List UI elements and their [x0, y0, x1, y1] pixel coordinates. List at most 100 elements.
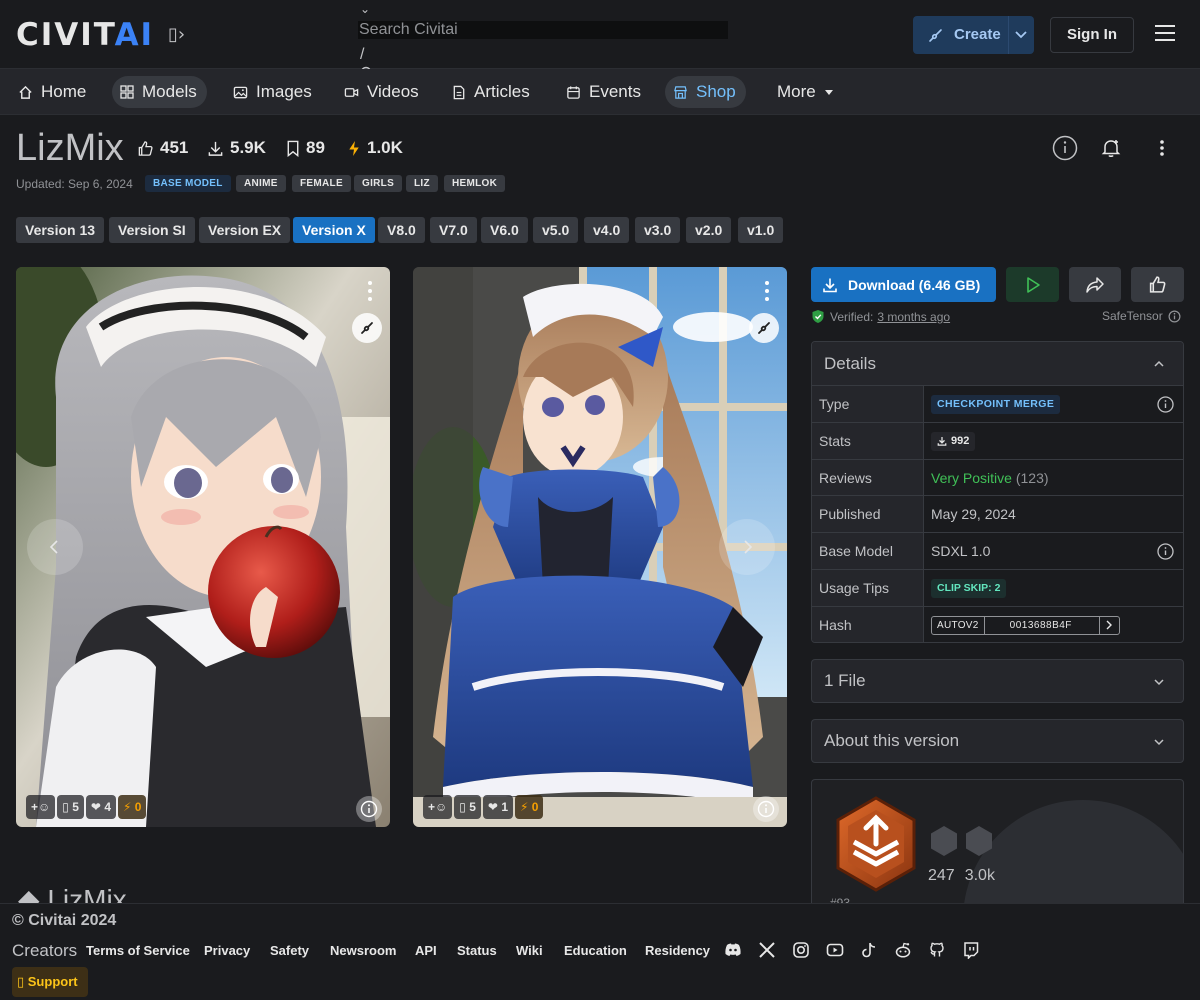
- image-info-icon[interactable]: [356, 796, 382, 822]
- nav-images[interactable]: Images: [225, 76, 322, 108]
- footer-link[interactable]: Education: [564, 943, 627, 958]
- hamburger-menu-icon[interactable]: [1155, 25, 1175, 43]
- version-tab[interactable]: v5.0: [533, 217, 579, 243]
- more-options-button[interactable]: [1148, 134, 1176, 162]
- tiktok-icon[interactable]: [860, 941, 878, 959]
- comment-count[interactable]: ▯ 5: [454, 795, 481, 819]
- tag-chip[interactable]: GIRLS: [354, 175, 403, 192]
- version-tab[interactable]: v1.0: [738, 217, 784, 243]
- nav-articles[interactable]: Articles: [444, 76, 540, 108]
- nav-videos-label: Videos: [367, 82, 419, 101]
- version-tab[interactable]: V7.0: [430, 217, 477, 243]
- version-tab[interactable]: Version 13: [16, 217, 105, 243]
- brush-icon: [929, 29, 942, 42]
- buzz-tip-count[interactable]: ⚡ 0: [515, 795, 544, 819]
- files-accordion-label: 1 File: [824, 671, 866, 690]
- verified-time-link[interactable]: 3 months ago: [877, 310, 950, 324]
- remix-brush-icon[interactable]: [352, 313, 382, 343]
- version-tab[interactable]: V8.0: [378, 217, 425, 243]
- info-icon[interactable]: [1168, 310, 1181, 323]
- carousel-next-button[interactable]: [719, 519, 775, 575]
- footer-link[interactable]: Wiki: [516, 943, 543, 958]
- nav-more[interactable]: More: [769, 76, 844, 108]
- support-button[interactable]: ▯ Support: [12, 967, 88, 997]
- footer-link[interactable]: Newsroom: [330, 943, 396, 958]
- add-reaction-button[interactable]: +☺: [26, 795, 56, 819]
- nav-models[interactable]: Models: [112, 76, 207, 108]
- version-tab-active[interactable]: Version X: [293, 217, 375, 243]
- tag-chip[interactable]: LIZ: [406, 175, 438, 192]
- footer-link[interactable]: Terms of Service: [86, 943, 190, 958]
- version-tab[interactable]: V6.0: [481, 217, 528, 243]
- comment-count[interactable]: ▯ 5: [57, 795, 84, 819]
- image-menu-icon[interactable]: [364, 281, 376, 301]
- footer-link-creators[interactable]: Creators: [12, 941, 77, 961]
- tag-chip[interactable]: ANIME: [236, 175, 286, 192]
- like-button[interactable]: [1131, 267, 1184, 302]
- twitch-icon[interactable]: [962, 941, 980, 959]
- chevron-right-icon[interactable]: [1098, 616, 1119, 634]
- footer-link[interactable]: Safety: [270, 943, 309, 958]
- heart-count[interactable]: ❤ 4: [85, 795, 116, 819]
- footer-link[interactable]: Privacy: [204, 943, 250, 958]
- likes-stat[interactable]: 451: [137, 138, 188, 158]
- run-button[interactable]: [1006, 267, 1059, 302]
- bookmarks-stat[interactable]: 89: [286, 138, 325, 158]
- heart-count[interactable]: ❤ 1: [482, 795, 513, 819]
- buzz-stat[interactable]: 1.0K: [347, 138, 403, 158]
- civitai-logo[interactable]: CIVITAI: [16, 17, 154, 53]
- share-button[interactable]: [1069, 267, 1121, 302]
- version-tab[interactable]: v2.0: [686, 217, 732, 243]
- hash-type[interactable]: AUTOV2: [932, 616, 985, 634]
- logo-text-main: CIVIT: [16, 17, 115, 53]
- github-icon[interactable]: [928, 941, 946, 959]
- download-button[interactable]: Download (6.46 GB): [811, 267, 996, 302]
- hash-widget[interactable]: AUTOV2 0013688B4F: [931, 615, 1120, 635]
- nav-images-label: Images: [256, 82, 312, 101]
- search-chevron-icon[interactable]: ⌄: [360, 2, 370, 16]
- reviews-summary[interactable]: Very Positive (123): [931, 470, 1049, 486]
- info-icon[interactable]: [1157, 543, 1174, 560]
- x-twitter-icon[interactable]: [758, 941, 776, 959]
- image-menu-icon[interactable]: [761, 281, 773, 301]
- remix-brush-icon[interactable]: [749, 313, 779, 343]
- about-version-accordion[interactable]: About this version: [811, 719, 1184, 763]
- version-tab[interactable]: v4.0: [584, 217, 630, 243]
- carousel-prev-button[interactable]: [27, 519, 83, 575]
- footer-link[interactable]: Residency: [645, 943, 710, 958]
- search-shortcut-hint: /: [360, 46, 365, 63]
- youtube-icon[interactable]: [826, 941, 844, 959]
- footer-link[interactable]: API: [415, 943, 437, 958]
- comment-icon: ▯: [459, 800, 466, 814]
- add-reaction-button[interactable]: +☺: [423, 795, 453, 819]
- discord-icon[interactable]: [724, 941, 742, 959]
- nav-shop[interactable]: Shop: [665, 76, 746, 108]
- search-input[interactable]: [358, 21, 728, 39]
- version-tab[interactable]: v3.0: [635, 217, 681, 243]
- detail-row-usage-tips: Usage Tips CLIP SKIP: 2: [812, 569, 1183, 607]
- notify-button[interactable]: [1097, 134, 1125, 162]
- create-divider: [1008, 16, 1009, 54]
- version-tab[interactable]: Version EX: [199, 217, 291, 243]
- footer-link[interactable]: Status: [457, 943, 497, 958]
- nav-events[interactable]: Events: [558, 76, 651, 108]
- version-tab[interactable]: Version SI: [109, 217, 195, 243]
- hash-value[interactable]: 0013688B4F: [985, 617, 1099, 634]
- image-info-icon[interactable]: [753, 796, 779, 822]
- files-accordion[interactable]: 1 File: [811, 659, 1184, 703]
- nav-videos[interactable]: Videos: [336, 76, 429, 108]
- nav-home[interactable]: Home: [10, 76, 96, 108]
- info-button[interactable]: [1051, 134, 1079, 162]
- instagram-icon[interactable]: [792, 941, 810, 959]
- base-model-tag[interactable]: BASE MODEL: [145, 175, 231, 192]
- info-icon[interactable]: [1157, 396, 1174, 413]
- chevron-down-icon[interactable]: [1014, 28, 1028, 42]
- tag-chip[interactable]: HEMLOK: [444, 175, 506, 192]
- buzz-tip-count[interactable]: ⚡ 0: [118, 795, 147, 819]
- comment-count-value: 5: [469, 800, 476, 814]
- details-header[interactable]: Details: [812, 342, 1183, 386]
- reddit-icon[interactable]: [894, 941, 912, 959]
- sign-in-button[interactable]: Sign In: [1050, 17, 1134, 53]
- tag-chip[interactable]: FEMALE: [292, 175, 351, 192]
- create-button[interactable]: Create: [913, 16, 1034, 54]
